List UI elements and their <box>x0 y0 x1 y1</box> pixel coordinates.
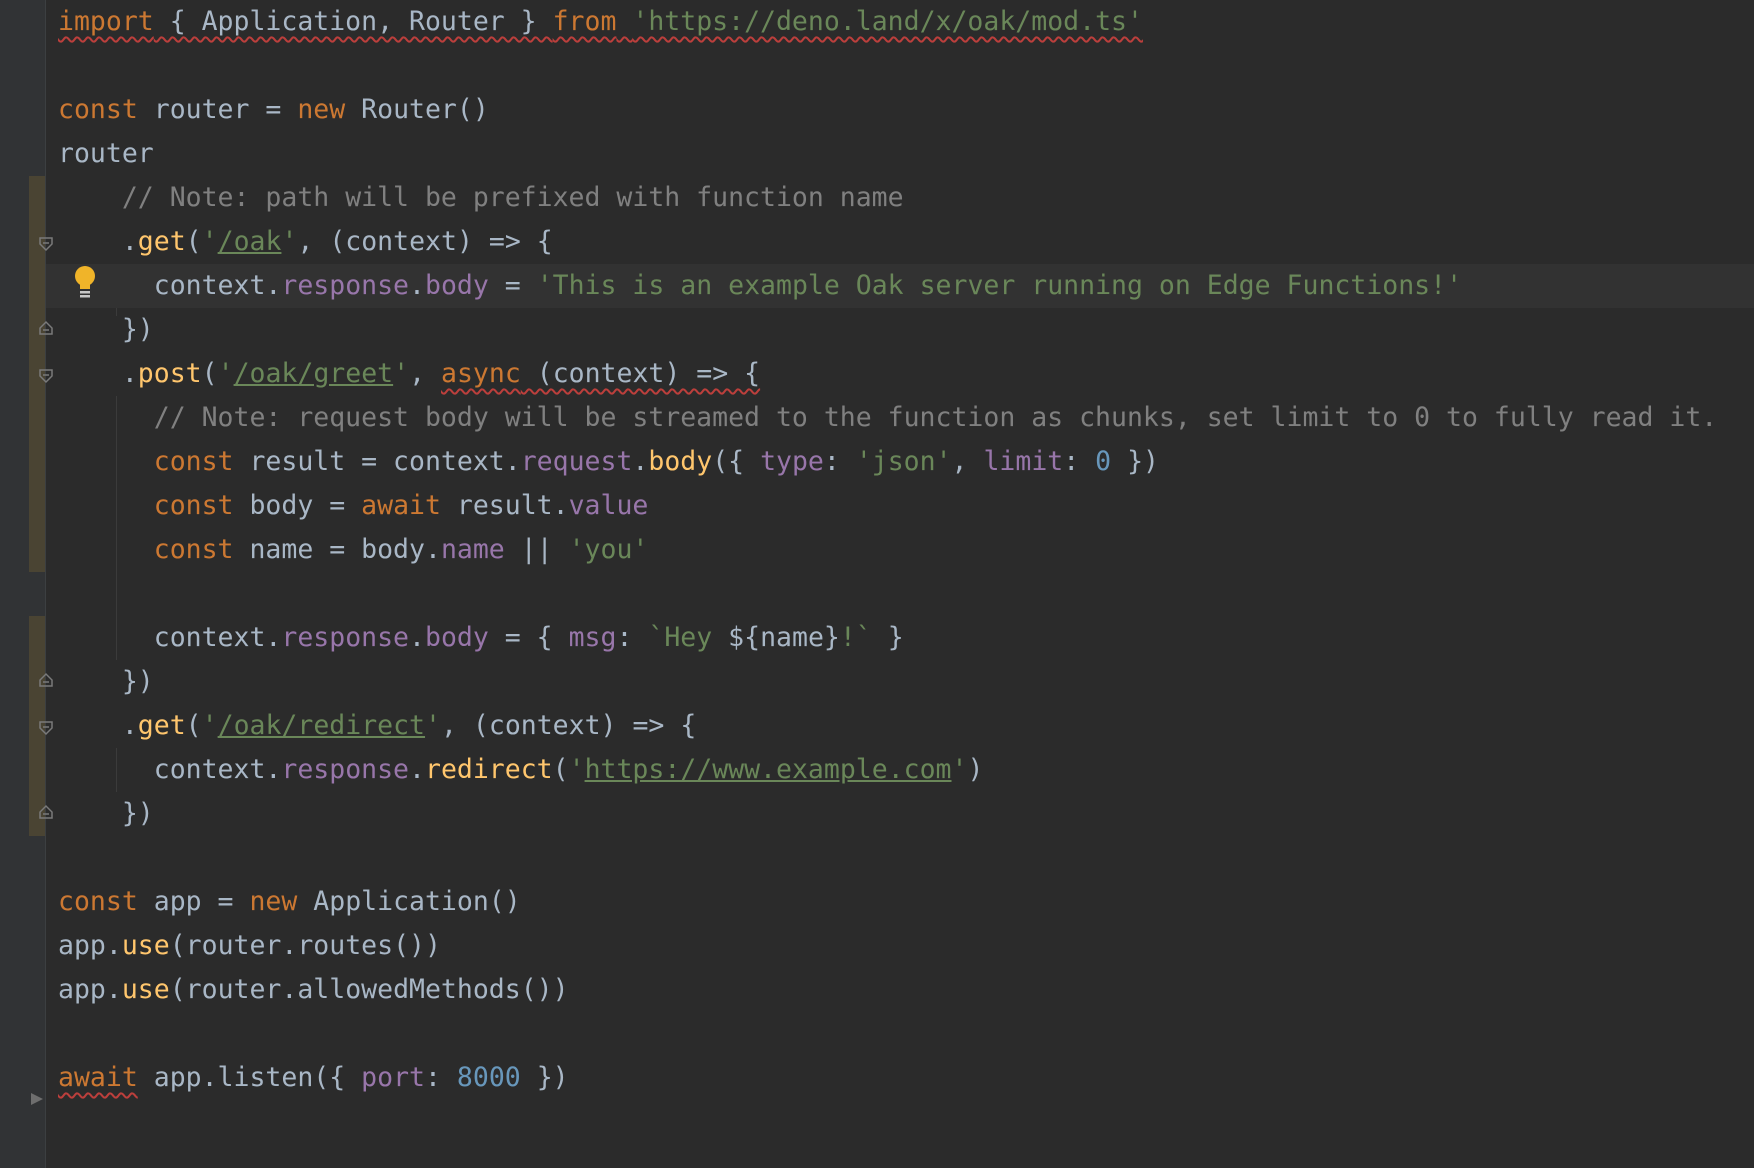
code-comment: // Note: path will be prefixed with func… <box>121 182 904 213</box>
code-line-22[interactable]: app.use(router.routes()) <box>58 924 1754 968</box>
unfold-icon[interactable] <box>38 320 54 336</box>
unfold-icon[interactable] <box>38 672 54 688</box>
code-line-20[interactable] <box>58 836 1754 880</box>
code-line-3[interactable]: const router = new Router() <box>58 88 1754 132</box>
fold-icon[interactable] <box>38 720 54 736</box>
code-line-21[interactable]: const app = new Application() <box>58 880 1754 924</box>
run-gutter-icon[interactable] <box>28 1090 46 1108</box>
code-line-7[interactable]: context.response.body = 'This is an exam… <box>58 264 1754 308</box>
code-line-10[interactable]: // Note: request body will be streamed t… <box>58 396 1754 440</box>
code-line-12[interactable]: const body = await result.value <box>58 484 1754 528</box>
code-line-4[interactable]: router <box>58 132 1754 176</box>
gutter-divider <box>45 0 46 1168</box>
code-comment: // Note: request body will be streamed t… <box>153 402 1718 433</box>
code-line-23[interactable]: app.use(router.allowedMethods()) <box>58 968 1754 1012</box>
route-path-link[interactable]: /oak/greet <box>234 358 394 389</box>
code-line-15[interactable]: context.response.body = { msg: `Hey ${na… <box>58 616 1754 660</box>
code-line-13[interactable]: const name = body.name || 'you' <box>58 528 1754 572</box>
code-line-8[interactable]: }) <box>58 308 1754 352</box>
keyword: from <box>552 6 617 37</box>
code-line-11[interactable]: const result = context.request.body({ ty… <box>58 440 1754 484</box>
fold-icon[interactable] <box>38 236 54 252</box>
code-line-24[interactable] <box>58 1012 1754 1056</box>
keyword: import <box>58 6 154 37</box>
route-path-link[interactable]: /oak/redirect <box>218 710 425 741</box>
code-line-1[interactable]: import { Application, Router } from 'htt… <box>58 0 1754 44</box>
code-line-9[interactable]: .post('/oak/greet', async (context) => { <box>58 352 1754 396</box>
code-line-19[interactable]: }) <box>58 792 1754 836</box>
code-line-6[interactable]: .get('/oak', (context) => { <box>58 220 1754 264</box>
import-url-string: 'https://deno.land/x/oak/mod.ts' <box>632 6 1143 37</box>
code-line-2[interactable] <box>58 44 1754 88</box>
code-line-25[interactable]: await app.listen({ port: 8000 }) <box>58 1056 1754 1100</box>
code-line-17[interactable]: .get('/oak/redirect', (context) => { <box>58 704 1754 748</box>
fold-icon[interactable] <box>38 368 54 384</box>
redirect-url-link[interactable]: https://www.example.com <box>585 754 952 785</box>
code-line-14[interactable] <box>58 572 1754 616</box>
code-line-18[interactable]: context.response.redirect('https://www.e… <box>58 748 1754 792</box>
code-line-5[interactable]: // Note: path will be prefixed with func… <box>58 176 1754 220</box>
route-path-link[interactable]: /oak <box>218 226 282 257</box>
unfold-icon[interactable] <box>38 804 54 820</box>
code-line-16[interactable]: }) <box>58 660 1754 704</box>
code-editor[interactable]: import { Application, Router } from 'htt… <box>58 0 1754 1100</box>
